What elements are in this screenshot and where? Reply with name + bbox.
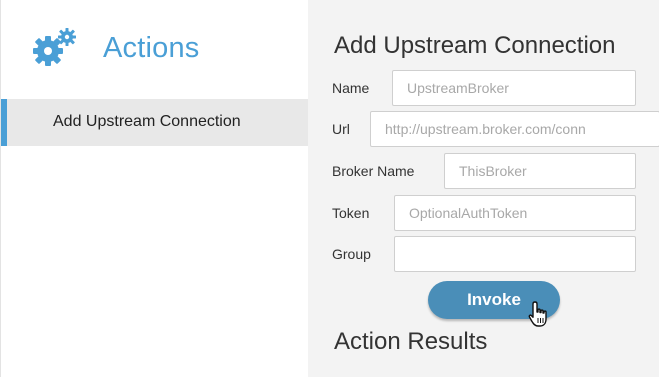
broker-name-label: Broker Name: [332, 163, 415, 179]
name-label: Name: [332, 80, 370, 96]
sidebar-item-add-upstream-connection[interactable]: Add Upstream Connection: [1, 99, 309, 146]
action-results-title: Action Results: [334, 328, 488, 355]
page-title: Add Upstream Connection: [334, 32, 616, 59]
sidebar: Actions Add Upstream Connection: [0, 0, 309, 377]
group-row: Group: [332, 236, 652, 272]
main-panel: Add Upstream Connection Name Url Broker …: [308, 0, 659, 377]
name-input[interactable]: [392, 70, 636, 106]
sidebar-item-label: Add Upstream Connection: [53, 113, 241, 130]
token-row: Token: [332, 195, 652, 231]
name-row: Name: [332, 70, 652, 106]
group-input[interactable]: [394, 236, 636, 272]
broker-name-input[interactable]: [444, 153, 636, 189]
gears-icon: [33, 28, 76, 66]
url-row: Url: [332, 111, 659, 147]
sidebar-title: Actions: [103, 31, 200, 64]
sidebar-header: Actions: [31, 28, 200, 68]
url-input[interactable]: [370, 111, 659, 147]
url-label: Url: [332, 121, 350, 137]
group-label: Group: [332, 246, 371, 262]
broker-name-row: Broker Name: [332, 153, 652, 189]
token-label: Token: [332, 205, 370, 221]
token-input[interactable]: [394, 195, 636, 231]
app-root: Actions Add Upstream Connection Add Upst…: [0, 0, 659, 377]
hand-pointer-icon: [528, 301, 547, 327]
